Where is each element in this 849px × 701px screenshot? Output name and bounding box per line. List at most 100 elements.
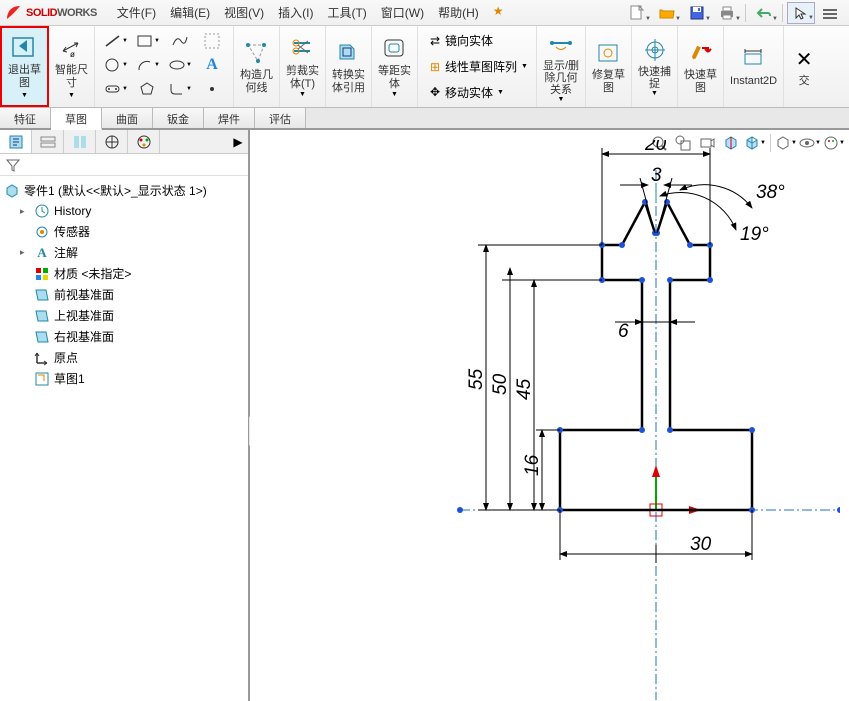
- instant2d-button[interactable]: Instant2D: [724, 26, 784, 107]
- tab-weldment[interactable]: 焊件: [204, 108, 255, 128]
- panel-expand-button[interactable]: ▶: [228, 130, 248, 153]
- menu-view[interactable]: 视图(V): [224, 4, 264, 21]
- plane-icon: [34, 287, 50, 303]
- repair-sketch-button[interactable]: 修复草 图: [586, 26, 632, 107]
- linear-pattern-button[interactable]: ⊞线性草图阵列▼: [422, 54, 532, 80]
- tree-root-part[interactable]: 零件1 (默认<<默认>_显示状态 1>): [0, 180, 248, 201]
- svg-text:55: 55: [466, 368, 487, 390]
- main-area: ▶ 零件1 (默认<<默认>_显示状态 1>) ▸ History 传感器 ▸: [0, 130, 849, 701]
- menu-edit[interactable]: 编辑(E): [170, 4, 210, 21]
- tree-origin[interactable]: 原点: [0, 347, 248, 368]
- point-tool[interactable]: [199, 78, 225, 100]
- solidworks-logo-icon: [4, 3, 24, 23]
- tab-feature[interactable]: 特征: [0, 108, 51, 128]
- ellipse-tool[interactable]: ▼: [167, 54, 193, 76]
- spline-tool[interactable]: [167, 30, 193, 52]
- menu-search-icon[interactable]: ★: [493, 4, 504, 21]
- svg-text:ø: ø: [70, 50, 75, 59]
- print-button[interactable]: ▼: [713, 2, 741, 24]
- options-button[interactable]: [817, 2, 845, 24]
- offset-button[interactable]: 等距实 体 ▼: [372, 26, 418, 107]
- panel-tab-property[interactable]: [32, 130, 64, 153]
- tree-annotations[interactable]: ▸ A 注解: [0, 242, 248, 263]
- mirror-icon: ⇄: [426, 34, 444, 48]
- convert-button[interactable]: 转换实 体引用: [326, 26, 372, 107]
- text-tool[interactable]: A: [199, 54, 225, 76]
- smart-dimension-icon: ø: [58, 34, 86, 62]
- menu-file[interactable]: 文件(F): [117, 4, 156, 21]
- filter-icon: [6, 158, 20, 172]
- trim-icon: [289, 35, 317, 63]
- tree-history[interactable]: ▸ History: [0, 201, 248, 221]
- tree-top-plane[interactable]: 上视基准面: [0, 305, 248, 326]
- rectangle-tool[interactable]: ▼: [135, 30, 161, 52]
- sketch-origin: [650, 465, 701, 516]
- quick-access-toolbar: ▼ ▼ ▼ ▼ ▼ ▼: [623, 2, 845, 24]
- menu-help[interactable]: 帮助(H): [438, 4, 479, 21]
- offset-icon: [381, 35, 409, 63]
- instant2d-icon: [740, 45, 768, 73]
- snap-icon: [641, 36, 669, 64]
- tab-surface[interactable]: 曲面: [102, 108, 153, 128]
- sketch-icon: [34, 371, 50, 387]
- svg-text:6: 6: [618, 321, 629, 342]
- exit-sketch-button[interactable]: 退出草 图 ▼: [0, 26, 49, 107]
- tree-front-plane[interactable]: 前视基准面: [0, 284, 248, 305]
- hole-tool[interactable]: [199, 30, 225, 52]
- new-button[interactable]: ▼: [623, 2, 651, 24]
- tab-evaluate[interactable]: 评估: [255, 108, 306, 128]
- snap-button[interactable]: 快速捕 捉 ▼: [632, 26, 678, 107]
- slot-tool[interactable]: ▼: [103, 78, 129, 100]
- tab-sheet-metal[interactable]: 钣金: [153, 108, 204, 128]
- material-icon: [34, 266, 50, 282]
- panel-tab-config[interactable]: [64, 130, 96, 153]
- tree-material[interactable]: 材质 <未指定>: [0, 263, 248, 284]
- svg-text:16: 16: [522, 454, 543, 476]
- display-relations-button[interactable]: 显示/删 除几何 关系 ▼: [537, 26, 586, 107]
- undo-button[interactable]: ▼: [750, 2, 778, 24]
- tree-filter[interactable]: [0, 154, 248, 176]
- relations-icon: [547, 30, 575, 58]
- svg-text:45: 45: [514, 378, 535, 400]
- rapid-sketch-button[interactable]: 快速草 图: [678, 26, 724, 107]
- polygon-tool[interactable]: [135, 78, 161, 100]
- graphics-viewport[interactable]: ▼ ▼ ▼ ▼: [250, 130, 849, 701]
- select-button[interactable]: ▼: [787, 2, 815, 24]
- panel-tabs: ▶: [0, 130, 248, 154]
- arc-tool[interactable]: ▼: [135, 54, 161, 76]
- panel-tab-appearance[interactable]: [128, 130, 160, 153]
- expand-icon[interactable]: ▸: [20, 206, 30, 217]
- menu-tools[interactable]: 工具(T): [327, 4, 366, 21]
- logo: SOLIDWORKS: [4, 3, 107, 23]
- save-button[interactable]: ▼: [683, 2, 711, 24]
- circle-tool[interactable]: ▼: [103, 54, 129, 76]
- move-button[interactable]: ✥移动实体▼: [422, 79, 532, 105]
- origin-icon: [34, 350, 50, 366]
- construction-icon: [243, 39, 271, 67]
- intersect-button[interactable]: ✕ 交: [784, 26, 824, 107]
- history-icon: [34, 203, 50, 219]
- rapid-sketch-icon: [687, 39, 715, 67]
- tree-sketch1[interactable]: 草图1: [0, 368, 248, 389]
- logo-text: SOLIDWORKS: [26, 7, 97, 19]
- smart-dimension-button[interactable]: ø 智能尺 寸 ▼: [49, 26, 95, 107]
- menu-window[interactable]: 窗口(W): [381, 4, 424, 21]
- open-button[interactable]: ▼: [653, 2, 681, 24]
- sketch-entities-group: ▼ ▼ ▼ ▼ ▼ A ▼ ▼: [95, 26, 234, 107]
- plane-icon: [34, 329, 50, 345]
- part-icon: [4, 183, 20, 199]
- command-manager-tabs: 特征 草图 曲面 钣金 焊件 评估: [0, 108, 849, 130]
- mirror-button[interactable]: ⇄镜向实体: [422, 28, 532, 54]
- expand-icon[interactable]: ▸: [20, 247, 30, 258]
- construction-geometry-button[interactable]: 构造几 何线: [234, 26, 280, 107]
- panel-tab-dim[interactable]: [96, 130, 128, 153]
- tab-sketch[interactable]: 草图: [51, 108, 102, 130]
- tree-right-plane[interactable]: 右视基准面: [0, 326, 248, 347]
- trim-button[interactable]: 剪裁实 体(T) ▼: [280, 26, 326, 107]
- tree-sensors[interactable]: 传感器: [0, 221, 248, 242]
- line-tool[interactable]: ▼: [103, 30, 129, 52]
- fillet-tool[interactable]: ▼: [167, 78, 193, 100]
- svg-text:3: 3: [651, 165, 662, 186]
- menu-insert[interactable]: 插入(I): [278, 4, 313, 21]
- panel-tab-feature-tree[interactable]: [0, 130, 32, 153]
